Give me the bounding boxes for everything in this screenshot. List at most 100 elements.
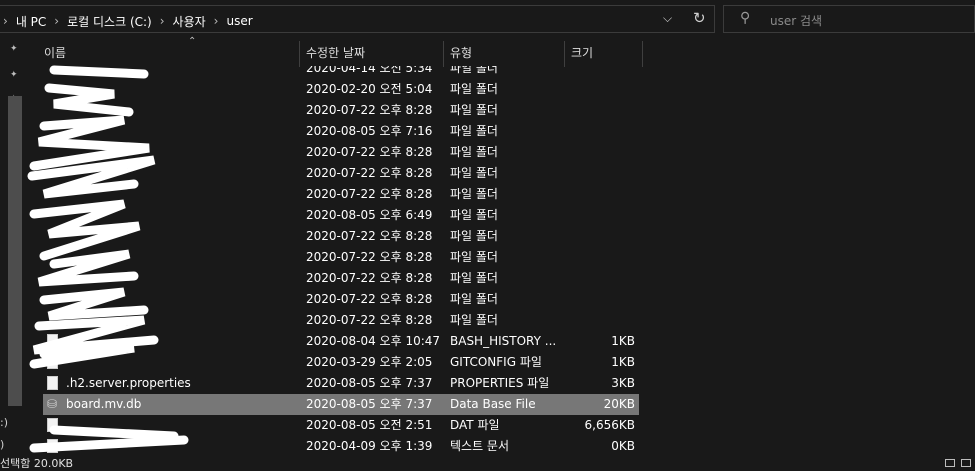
file-name — [66, 289, 296, 310]
breadcrumb-separator[interactable]: › — [156, 14, 169, 28]
file-date: 2020-08-04 오후 10:47 — [306, 334, 441, 348]
file-size: 3KB — [611, 376, 635, 390]
file-name — [66, 163, 296, 184]
status-text: 선택함 20.0KB — [0, 457, 74, 470]
file-date: 2020-02-20 오전 5:04 — [306, 82, 433, 96]
column-header-date[interactable]: 수정한 날짜 — [300, 38, 443, 66]
file-size — [567, 268, 635, 289]
file-row[interactable]: ⛁ board.mv.db 2020-08-05 오후 7:37 Data Base … — [43, 394, 639, 415]
file-row[interactable]: .h2.server.properties 2020-08-05 오후 7:37 P… — [43, 373, 639, 394]
file-row[interactable]: 2020-07-22 오후 8:28 파일 폴더 — [43, 226, 639, 247]
file-row[interactable]: 2020-08-05 오후 6:49 파일 폴더 — [43, 205, 639, 226]
column-header-name[interactable]: 이름 — [38, 38, 300, 66]
file-type: 파일 폴더 — [450, 166, 498, 180]
file-size: 1KB — [611, 334, 635, 348]
file-type: BASH_HISTORY ... — [450, 334, 557, 348]
file-date: 2020-08-05 오후 7:37 — [306, 397, 433, 411]
file-size — [567, 205, 635, 226]
file-row[interactable]: 2020-07-22 오후 8:28 파일 폴더 — [43, 310, 639, 331]
search-input[interactable]: ⚲ user 검색 — [723, 5, 975, 33]
file-date: 2020-07-22 오후 8:28 — [306, 313, 433, 327]
file-size — [567, 184, 635, 205]
file-size — [567, 247, 635, 268]
file-date: 2020-08-05 오후 6:49 — [306, 208, 433, 222]
file-type: 텍스트 문서 — [450, 439, 510, 453]
file-type: 파일 폴더 — [450, 66, 498, 75]
column-header-type[interactable]: 유형 — [444, 38, 564, 66]
file-size — [567, 142, 635, 163]
breadcrumb-item-users[interactable]: 사용자 — [169, 13, 210, 30]
file-row[interactable]: 2020-02-20 오전 5:04 파일 폴더 — [43, 79, 639, 100]
breadcrumb-lead-chevron[interactable]: › — [0, 14, 12, 28]
file-name — [66, 66, 296, 79]
column-header-size[interactable]: 크기 — [565, 38, 642, 66]
file-row[interactable]: 2020-08-04 오후 10:47 BASH_HISTORY ... 1KB — [43, 331, 639, 352]
refresh-icon[interactable]: ↻ — [693, 9, 706, 27]
large-icons-view-icon[interactable] — [961, 459, 971, 467]
file-row[interactable]: 2020-07-22 오후 8:28 파일 폴더 — [43, 142, 639, 163]
file-date: 2020-04-14 오전 5:34 — [306, 66, 433, 75]
file-size — [567, 66, 635, 79]
file-date: 2020-07-22 오후 8:28 — [306, 103, 433, 117]
file-row[interactable]: 2020-08-05 오후 7:16 파일 폴더 — [43, 121, 639, 142]
status-bar: 선택함 20.0KB — [0, 457, 975, 470]
file-name — [66, 226, 296, 247]
file-icon — [47, 355, 58, 369]
file-date: 2020-07-22 오후 8:28 — [306, 292, 433, 306]
column-divider[interactable] — [642, 41, 643, 67]
file-date: 2020-07-22 오후 8:28 — [306, 187, 433, 201]
file-date: 2020-04-09 오후 1:39 — [306, 439, 433, 453]
file-icon — [47, 418, 58, 432]
file-row[interactable]: 2020-04-09 오후 1:39 텍스트 문서 0KB — [43, 436, 639, 457]
file-size — [567, 226, 635, 247]
file-row[interactable]: 2020-07-22 오후 8:28 파일 폴더 — [43, 100, 639, 121]
breadcrumb-separator[interactable]: › — [210, 14, 223, 28]
file-type: 파일 폴더 — [450, 103, 498, 117]
file-date: 2020-08-05 오후 7:37 — [306, 376, 433, 390]
file-icon — [47, 439, 58, 453]
file-list: 2020-04-14 오전 5:34 파일 폴더 2020-02-20 오전 5:0… — [0, 66, 975, 458]
address-bar[interactable]: › 내 PC › 로컬 디스크 (C:) › 사용자 › user ⌵ ↻ — [0, 5, 715, 33]
breadcrumb-item-local-disk[interactable]: 로컬 디스크 (C:) — [63, 13, 156, 30]
details-view-icon[interactable] — [945, 459, 955, 467]
file-type: Data Base File — [450, 397, 536, 411]
file-date: 2020-08-05 오전 2:51 — [306, 418, 433, 432]
file-date: 2020-08-05 오후 7:16 — [306, 124, 433, 138]
file-row[interactable]: 2020-07-22 오후 8:28 파일 폴더 — [43, 247, 639, 268]
file-name — [66, 310, 296, 331]
file-row[interactable]: 2020-08-05 오전 2:51 DAT 파일 6,656KB — [43, 415, 639, 436]
file-name: board.mv.db — [66, 397, 142, 411]
file-type: 파일 폴더 — [450, 145, 498, 159]
file-row[interactable]: 2020-03-29 오후 2:05 GITCONFIG 파일 1KB — [43, 352, 639, 373]
file-type: 파일 폴더 — [450, 250, 498, 264]
file-size: 20KB — [603, 397, 635, 411]
file-row[interactable]: 2020-04-14 오전 5:34 파일 폴더 — [43, 66, 639, 79]
breadcrumb-separator[interactable]: › — [50, 14, 63, 28]
breadcrumb: › 내 PC › 로컬 디스크 (C:) › 사용자 › user — [0, 11, 257, 31]
breadcrumb-item-user[interactable]: user — [222, 14, 256, 28]
file-name — [66, 100, 296, 121]
pin-icon: ✦ — [10, 44, 18, 54]
file-row[interactable]: 2020-07-22 오후 8:28 파일 폴더 — [43, 289, 639, 310]
file-name — [66, 268, 296, 289]
file-name — [66, 142, 296, 163]
file-type: PROPERTIES 파일 — [450, 376, 550, 390]
file-icon — [47, 334, 58, 348]
file-row[interactable]: 2020-07-22 오후 8:28 파일 폴더 — [43, 268, 639, 289]
file-date: 2020-07-22 오후 8:28 — [306, 229, 433, 243]
file-date: 2020-07-22 오후 8:28 — [306, 271, 433, 285]
file-icon — [47, 376, 58, 390]
file-name — [66, 352, 296, 373]
database-icon: ⛁ — [47, 397, 58, 411]
file-row[interactable]: 2020-07-22 오후 8:28 파일 폴더 — [43, 184, 639, 205]
file-type: 파일 폴더 — [450, 292, 498, 306]
search-icon: ⚲ — [740, 10, 751, 26]
file-name — [66, 205, 296, 226]
chevron-down-icon[interactable]: ⌵ — [663, 11, 672, 26]
file-type: 파일 폴더 — [450, 187, 498, 201]
file-name — [66, 436, 296, 457]
file-row[interactable]: 2020-07-22 오후 8:28 파일 폴더 — [43, 163, 639, 184]
breadcrumb-item-this-pc[interactable]: 내 PC — [12, 13, 50, 30]
file-size: 6,656KB — [584, 418, 635, 432]
file-date: 2020-03-29 오후 2:05 — [306, 355, 433, 369]
